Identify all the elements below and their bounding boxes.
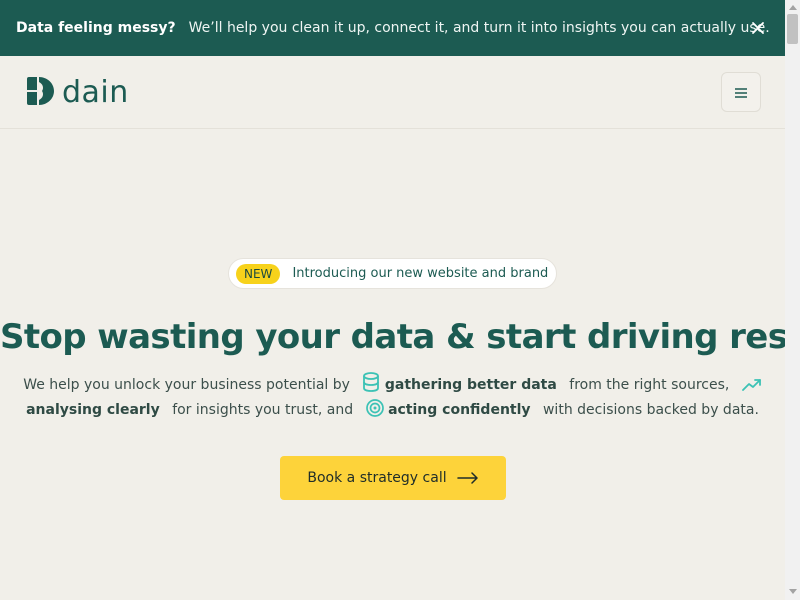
scrollbar-thumb[interactable] — [787, 14, 798, 44]
announcement-bar: Data feeling messy? We’ll help you clean… — [0, 0, 785, 56]
hero-subtitle-line-2: analysing clearly for insights you trust… — [0, 399, 785, 424]
pill-text: Introducing our new website and brand — [292, 266, 549, 281]
vertical-scrollbar[interactable] — [785, 0, 800, 600]
target-icon — [365, 399, 384, 424]
subtitle-suffix: with decisions backed by data. — [542, 402, 759, 418]
menu-button[interactable] — [721, 72, 761, 112]
database-icon — [362, 372, 380, 399]
subtitle-middle-2: for insights you trust, and — [172, 402, 354, 418]
highlight-analysing: analysing clearly — [26, 402, 160, 418]
book-strategy-call-button[interactable]: Book a strategy call — [280, 456, 506, 500]
hamburger-menu-icon — [735, 83, 747, 102]
scroll-down-arrow-icon[interactable] — [785, 584, 800, 598]
announcement-lead: Data feeling messy? — [16, 20, 176, 36]
site-header: dain — [0, 56, 785, 129]
hero-subtitle-line-1: We help you unlock your business potenti… — [0, 372, 785, 399]
subtitle-middle-1: from the right sources, — [569, 377, 730, 393]
scroll-up-arrow-icon[interactable] — [785, 0, 800, 14]
trending-up-icon — [741, 377, 762, 399]
close-icon[interactable] — [747, 17, 769, 39]
highlight-acting: acting confidently — [388, 402, 531, 418]
subtitle-prefix: We help you unlock your business potenti… — [23, 377, 350, 393]
announcement-pill[interactable]: NEW Introducing our new website and bran… — [228, 258, 557, 289]
hero-title: Stop wasting your data & start driving r… — [0, 317, 785, 357]
highlight-gathering: gathering better data — [384, 377, 557, 393]
logo-wordmark: dain — [62, 75, 129, 110]
arrow-right-icon — [456, 472, 479, 484]
dain-logo-mark-icon — [25, 76, 55, 110]
new-badge: NEW — [236, 263, 281, 284]
page: Data feeling messy? We’ll help you clean… — [0, 0, 785, 600]
announcement-message: We’ll help you clean it up, connect it, … — [188, 20, 770, 36]
cta-label: Book a strategy call — [307, 470, 447, 486]
logo[interactable]: dain — [25, 76, 129, 110]
